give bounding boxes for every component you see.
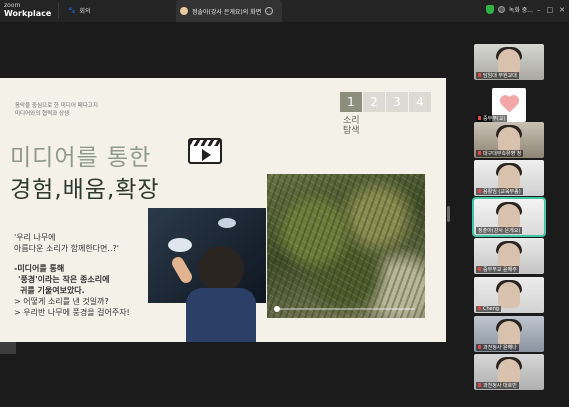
slide-body-text: '우리 나무에 아름다운 소리가 함께한다면..?' -미디어를 통해 '풍경'… (14, 232, 130, 318)
record-label[interactable]: 녹화 중... (509, 5, 533, 14)
zoom-workplace-logo[interactable]: zoom Workplace (4, 2, 51, 18)
paw-icon: 🐾 (68, 7, 76, 14)
participant-name-text: 중부부교 윤해주 (483, 267, 517, 273)
quote-line1: '우리 나무에 (14, 233, 56, 242)
participant-name: Cheng (476, 306, 502, 312)
participant-tile-active-speaker[interactable]: 정솔아(강사 은게요) (472, 197, 546, 237)
bullet-line1: > 어떻게 소리를 낸 것일까? (14, 297, 109, 306)
highlight-line3: 귀를 기울여보았다. (20, 286, 85, 295)
slide-subtitle-b: 미디어와의 협력과 상생 (15, 111, 70, 117)
participant-name: 정솔아(강사 은게요) (476, 227, 523, 234)
avatar (180, 7, 188, 15)
participant-name: 중부부(교) (476, 115, 508, 122)
face (498, 282, 520, 308)
clapperboard-icon (188, 138, 222, 164)
share-tab-label: 정솔아(강사 은게요)의 화면 (192, 8, 262, 16)
step-label-line1: 소리 (343, 116, 360, 126)
zoom-top-bar: zoom Workplace ⌄ 🐾 회의 정솔아(강사 은게요)의 화면 … … (0, 0, 569, 22)
muted-mic-icon (478, 383, 481, 387)
child-body (186, 288, 256, 342)
step-4: 4 (409, 92, 431, 112)
participant-name: 중부부교 윤해주 (476, 266, 519, 273)
shield-icon[interactable] (485, 5, 494, 14)
child-photo (148, 208, 266, 342)
muted-mic-icon (478, 267, 481, 271)
step-label-line2: 탐색 (343, 126, 360, 136)
slide-edge-mark (0, 342, 16, 354)
participant-name: 대구대부속유영 정 (476, 150, 524, 157)
chevron-down-icon[interactable]: ⌄ (46, 7, 51, 14)
highlight-line2: '풍경'이라는 작은 종소리에 (18, 275, 110, 284)
muted-mic-icon (478, 151, 481, 155)
video-progress-knob[interactable] (274, 306, 280, 312)
step-label: 소리 탐색 (343, 116, 360, 136)
step-3: 3 (386, 92, 408, 112)
child-head (198, 246, 244, 292)
quote-line2: 아름다운 소리가 함께한다면..?' (14, 244, 119, 253)
minimize-icon[interactable]: – (537, 6, 541, 14)
step-1: 1 (340, 92, 362, 112)
participant-name-text: 대구대부속유영 정 (483, 151, 522, 157)
video-progress-bar[interactable] (274, 306, 415, 312)
top-right-controls: 녹화 중... – □ ✕ (485, 5, 565, 14)
participant-name-text: 과천청사 윤해나 (483, 345, 517, 351)
pine-texture (267, 174, 425, 318)
muted-mic-icon (478, 73, 481, 77)
participant-tile[interactable]: 대구대부속유영 정 (474, 122, 544, 158)
slide-subtitle-a: 음악을 중심으로 한 미디어 페다고지 (15, 103, 98, 109)
share-screen-tab[interactable]: 정솔아(강사 은게요)의 화면 … (176, 0, 282, 22)
record-icon (497, 6, 505, 13)
shared-slide: 음악을 중심으로 한 미디어 페다고지 미디어와의 협력과 상생 미디어를 통한… (0, 78, 446, 342)
muted-mic-icon (478, 345, 481, 349)
participant-name-text: 과천청사 대호빈 (483, 383, 517, 389)
step-indicator: 1 2 3 4 (340, 92, 431, 112)
participant-tile[interactable]: 중부부교 윤해주 (474, 238, 544, 274)
meeting-label: 회의 (79, 8, 91, 15)
participant-tile[interactable]: 담임대 부원교대 (474, 44, 544, 80)
participant-tile[interactable]: 용활임 (교육부종) (474, 160, 544, 196)
muted-mic-icon (478, 116, 481, 120)
fish-shape (218, 218, 236, 228)
brand-workplace: Workplace (4, 9, 52, 18)
muted-mic-icon (478, 306, 481, 310)
slide-title-line2: 경험,배움,확장 (10, 177, 160, 203)
participant-name: 용활임 (교육부종) (476, 188, 523, 195)
meeting-tab[interactable]: 🐾 회의 (68, 6, 91, 15)
fish-shape (168, 238, 192, 252)
highlight-line1: -미디어를 통해 (14, 264, 65, 273)
participant-tile[interactable]: Cheng (474, 277, 544, 313)
window-controls: – □ ✕ (537, 6, 565, 14)
maximize-icon[interactable]: □ (547, 6, 554, 14)
participant-tile[interactable]: 과천청사 대호빈 (474, 354, 544, 390)
divider (58, 3, 59, 19)
close-icon[interactable]: ✕ (559, 6, 565, 14)
pine-tree-video[interactable] (267, 174, 425, 318)
participant-name-text: 담임대 부원교대 (483, 73, 517, 79)
participant-tile[interactable]: 중부부(교) (474, 110, 544, 122)
slide-title-line1: 미디어를 통한 (10, 145, 152, 171)
participant-name-text: 정솔아(강사 은게요) (478, 228, 521, 234)
participant-name: 과천청사 윤해나 (476, 344, 519, 351)
muted-mic-icon (478, 189, 481, 193)
more-options-icon[interactable]: … (265, 7, 274, 15)
participant-name: 과천청사 대호빈 (476, 382, 519, 389)
participant-name-text: 용활임 (교육부종) (483, 189, 521, 195)
panel-resize-handle[interactable] (447, 206, 450, 222)
participant-name: 담임대 부원교대 (476, 72, 519, 79)
step-2: 2 (363, 92, 385, 112)
bullet-line2: > 우리반 나무에 풍경을 걸어주자! (14, 308, 130, 317)
participant-name-text: Cheng (483, 306, 500, 312)
participant-tile[interactable]: 과천청사 윤해나 (474, 316, 544, 352)
